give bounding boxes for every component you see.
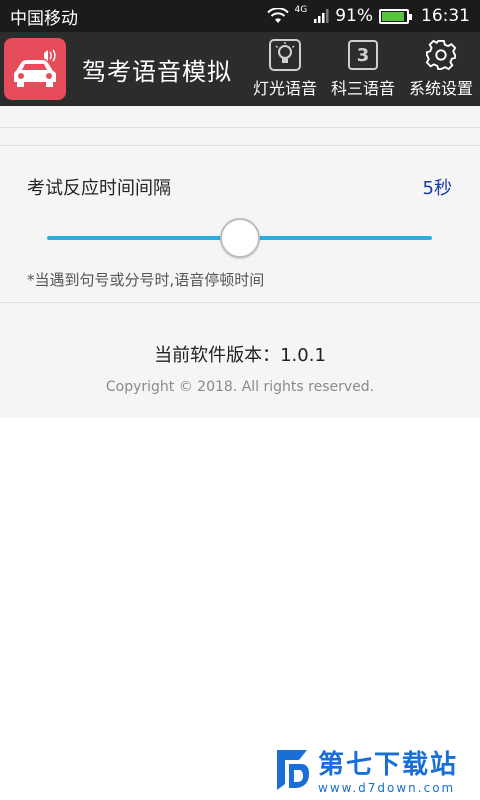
section-gap [0,128,480,146]
network-type: 4G [294,5,308,15]
status-bar: 中国移动 4G 91% 16:31 [0,0,480,32]
status-icons: 4G 91% 16:31 [266,5,470,26]
app-title: 驾考语音模拟 [82,57,232,86]
system-settings-label: 系统设置 [408,79,473,98]
watermark-title: 第七下载站 [318,749,459,780]
light-voice-label: 灯光语音 [252,79,317,98]
subject-three-voice-button[interactable]: 3 科三语音 [324,32,402,106]
app-bar: 驾考语音模拟 灯光语音 3 科三语音 系统设置 [0,32,480,106]
lightbulb-icon [269,39,301,71]
setting-note: *当遇到句号或分号时,语音停顿时间 [27,271,265,289]
watermark-url: www.d7down.com [318,780,456,795]
watermark: 第七下载站 www.d7down.com [272,744,472,795]
settings-panel: 考试反应时间间隔 5秒 *当遇到句号或分号时,语音停顿时间 当前软件版本：1.0… [0,106,480,418]
subject-three-voice-label: 科三语音 [330,79,395,98]
carrier-label: 中国移动 [10,8,78,29]
version-text: 当前软件版本：1.0.1 [154,345,326,366]
light-voice-button[interactable]: 灯光语音 [246,32,324,106]
interval-slider[interactable] [47,218,432,258]
watermark-logo-icon [272,746,312,792]
copyright-text: Copyright © 2018. All rights reserved. [105,379,375,395]
system-settings-button[interactable]: 系统设置 [402,32,480,106]
about-section: 当前软件版本：1.0.1 Copyright © 2018. All right… [0,303,480,417]
setting-value: 5秒 [422,178,452,199]
top-divider [0,106,480,128]
number-3-icon: 3 [347,39,379,71]
setting-title: 考试反应时间间隔 [27,178,171,199]
signal-icon [313,8,329,24]
battery-icon [379,8,412,24]
wifi-icon [266,8,289,24]
app-logo-icon [4,38,66,100]
slider-thumb[interactable] [220,218,260,258]
battery-percent: 91% [335,6,373,26]
gear-icon [425,39,457,71]
clock: 16:31 [421,6,470,26]
reaction-interval-setting: 考试反应时间间隔 5秒 *当遇到句号或分号时,语音停顿时间 [0,146,480,303]
